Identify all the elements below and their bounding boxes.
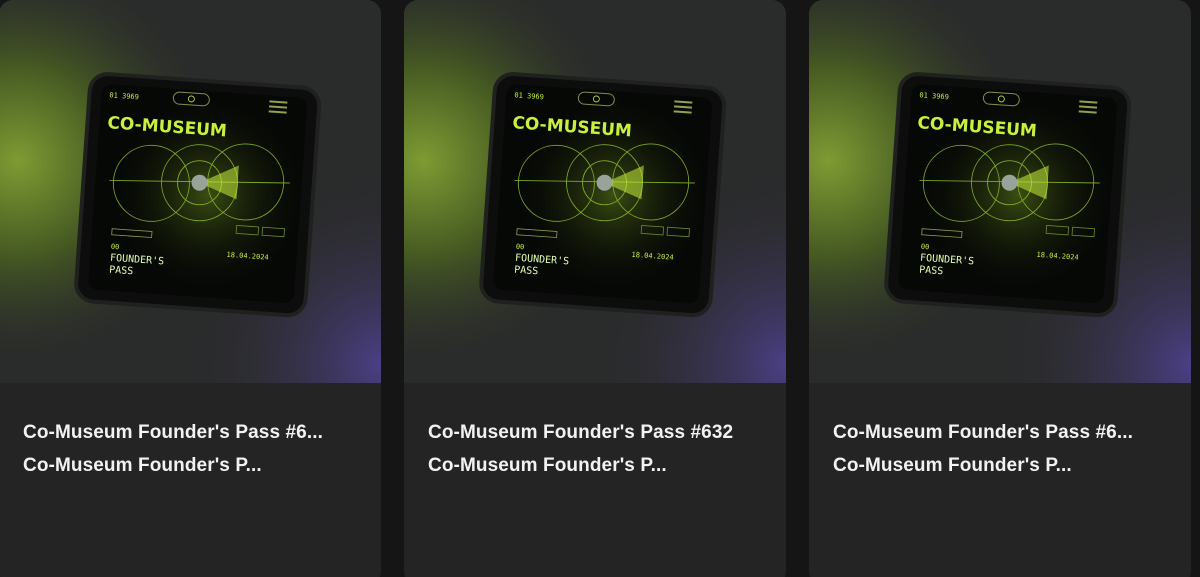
founders-pass-artwork: 01 3969 CO-MUSEUM 00 FOUNDER'S PASS 18.0…	[0, 0, 381, 383]
nft-card[interactable]: 01 3969 CO-MUSEUM 00 FOUNDER'S PASS 18.0…	[404, 0, 786, 577]
nft-image: 01 3969 CO-MUSEUM 00 FOUNDER'S PASS 18.0…	[0, 0, 381, 383]
nft-card-grid: 01 3969 CO-MUSEUM 00 FOUNDER'S PASS 18.0…	[0, 0, 1200, 577]
pass-label-line2: PASS	[514, 265, 539, 278]
collection-name[interactable]: Co-Museum Founder's P...	[23, 449, 285, 482]
nft-image: 01 3969 CO-MUSEUM 00 FOUNDER'S PASS 18.0…	[809, 0, 1191, 383]
nft-image: 01 3969 CO-MUSEUM 00 FOUNDER'S PASS 18.0…	[404, 0, 786, 383]
nft-title[interactable]: Co-Museum Founder's Pass #6...	[833, 416, 1167, 449]
collection-name[interactable]: Co-Museum Founder's P...	[833, 449, 1095, 482]
nft-title[interactable]: Co-Museum Founder's Pass #6...	[23, 416, 357, 449]
device-frame: 01 3969 CO-MUSEUM 00 FOUNDER'S PASS 18.0…	[74, 72, 322, 318]
pass-label-line2: PASS	[919, 265, 944, 278]
nft-card[interactable]: 01 3969 CO-MUSEUM 00 FOUNDER'S PASS 18.0…	[809, 0, 1191, 577]
founders-pass-artwork: 01 3969 CO-MUSEUM 00 FOUNDER'S PASS 18.0…	[404, 0, 786, 383]
pass-number-text: 00	[921, 243, 930, 252]
nft-card[interactable]: 01 3969 CO-MUSEUM 00 FOUNDER'S PASS 18.0…	[0, 0, 381, 577]
device-frame: 01 3969 CO-MUSEUM 00 FOUNDER'S PASS 18.0…	[479, 72, 727, 318]
nft-title[interactable]: Co-Museum Founder's Pass #632	[428, 416, 762, 449]
pass-number-text: 00	[516, 243, 525, 252]
pass-label-line2: PASS	[109, 265, 134, 278]
collection-name[interactable]: Co-Museum Founder's P...	[428, 449, 690, 482]
pass-number-text: 00	[111, 243, 120, 252]
device-frame: 01 3969 CO-MUSEUM 00 FOUNDER'S PASS 18.0…	[884, 72, 1132, 318]
founders-pass-artwork: 01 3969 CO-MUSEUM 00 FOUNDER'S PASS 18.0…	[809, 0, 1191, 383]
